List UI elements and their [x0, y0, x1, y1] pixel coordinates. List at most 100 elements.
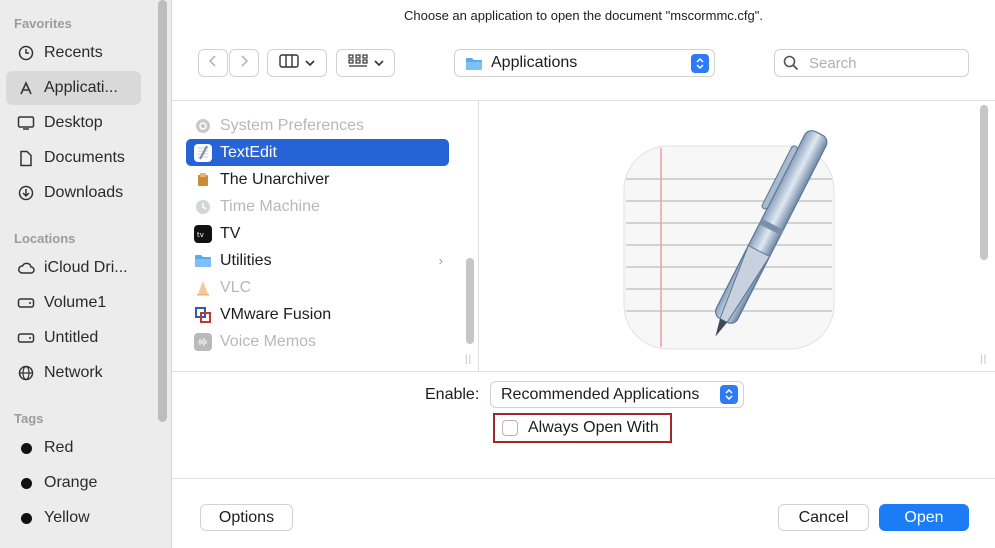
- sidebar-item-documents[interactable]: Documents: [6, 141, 141, 175]
- list-item-label: TV: [220, 224, 241, 242]
- sidebar-scrollbar[interactable]: [158, 0, 167, 422]
- list-item[interactable]: The Unarchiver: [186, 166, 449, 193]
- back-button[interactable]: [198, 49, 228, 77]
- document-icon: [16, 148, 36, 168]
- tv-icon: tv: [194, 224, 212, 243]
- list-item[interactable]: System Preferences: [186, 112, 449, 139]
- location-popup[interactable]: Applications: [454, 49, 715, 77]
- view-columns-button[interactable]: [267, 49, 327, 77]
- list-item[interactable]: Utilities ›: [186, 247, 449, 274]
- favorites-header: Favorites: [14, 16, 72, 31]
- enable-popup[interactable]: Recommended Applications: [490, 381, 744, 408]
- list-item-selected[interactable]: TextEdit: [186, 139, 449, 166]
- sidebar-item-icloud[interactable]: iCloud Dri...: [6, 251, 141, 285]
- sidebar-item-label: iCloud Dri...: [44, 259, 128, 276]
- unarchiver-icon: [194, 171, 212, 189]
- sidebar-item-tag-orange[interactable]: Orange: [6, 466, 141, 500]
- tag-dot-icon: [16, 508, 36, 528]
- options-button[interactable]: Options: [200, 504, 293, 531]
- drive-icon: [16, 328, 36, 348]
- sidebar-item-tag-partial[interactable]: [6, 536, 141, 548]
- columns-view-icon: [279, 53, 299, 73]
- search-placeholder: Search: [809, 54, 857, 72]
- list-scrollbar[interactable]: [466, 258, 474, 344]
- folder-icon: [465, 56, 483, 71]
- sidebar-item-volume1[interactable]: Volume1: [6, 286, 141, 320]
- sidebar-item-label: Downloads: [44, 184, 124, 201]
- vlc-icon: [194, 279, 212, 297]
- sidebar-item-label: Recents: [44, 44, 103, 61]
- search-field[interactable]: Search: [774, 49, 969, 77]
- preview-scrollbar[interactable]: [980, 105, 988, 260]
- dialog-title: Choose an application to open the docume…: [404, 8, 763, 23]
- sidebar-item-label: Desktop: [44, 114, 103, 131]
- tag-dot-icon: [16, 438, 36, 458]
- voice-memos-icon: [194, 332, 212, 351]
- globe-icon: [16, 363, 36, 383]
- sidebar-item-tag-red[interactable]: Red: [6, 431, 141, 465]
- locations-header: Locations: [14, 231, 76, 246]
- folder-icon: [194, 252, 212, 270]
- enable-value: Recommended Applications: [501, 385, 700, 403]
- cancel-button[interactable]: Cancel: [778, 504, 869, 531]
- always-open-with-label: Always Open With: [528, 419, 659, 436]
- sidebar-item-untitled[interactable]: Untitled: [6, 321, 141, 355]
- open-button[interactable]: Open: [879, 504, 969, 531]
- app-preview: [479, 101, 974, 371]
- grid-view-icon: [347, 53, 368, 73]
- sidebar-item-label: Orange: [44, 474, 98, 491]
- textedit-icon: [194, 143, 212, 162]
- applications-icon: [16, 78, 36, 98]
- group-by-button[interactable]: [336, 49, 395, 77]
- list-item-label: Voice Memos: [220, 332, 317, 350]
- sidebar-item-label: Network: [44, 364, 103, 381]
- forward-button[interactable]: [229, 49, 259, 77]
- list-item[interactable]: tv TV: [186, 220, 449, 247]
- sidebar-item-applications[interactable]: Applicati...: [6, 71, 141, 105]
- sidebar: Favorites Recents Applicati... Desktop D…: [0, 0, 172, 548]
- list-item-label: System Preferences: [220, 116, 365, 134]
- gear-icon: [194, 117, 212, 135]
- updown-chevron-icon: [720, 385, 738, 404]
- sidebar-item-network[interactable]: Network: [6, 356, 141, 390]
- sidebar-item-tag-yellow[interactable]: Yellow: [6, 501, 141, 535]
- divider: [172, 478, 995, 479]
- list-item[interactable]: Voice Memos: [186, 328, 449, 355]
- column-resize-handle[interactable]: ||: [980, 354, 987, 365]
- clock-icon: [16, 43, 36, 63]
- sidebar-item-label: Yellow: [44, 509, 90, 526]
- list-item-label: Utilities: [220, 251, 272, 269]
- desktop-icon: [16, 113, 36, 133]
- divider: [172, 371, 995, 372]
- list-item[interactable]: Time Machine: [186, 193, 449, 220]
- tag-dot-icon: [16, 543, 36, 548]
- cloud-icon: [16, 258, 36, 278]
- sidebar-item-label: Volume1: [44, 294, 107, 311]
- list-item-label: VMware Fusion: [220, 305, 332, 323]
- sidebar-item-label: Documents: [44, 149, 125, 166]
- svg-text:tv: tv: [197, 231, 204, 239]
- vmware-icon: [194, 306, 212, 324]
- always-open-with-checkbox[interactable]: [502, 420, 518, 436]
- sidebar-item-downloads[interactable]: Downloads: [6, 176, 141, 210]
- tags-header: Tags: [14, 411, 44, 426]
- location-label: Applications: [491, 54, 578, 71]
- sidebar-item-recents[interactable]: Recents: [6, 36, 141, 70]
- column-resize-handle[interactable]: ||: [465, 354, 472, 365]
- list-item-label: Time Machine: [220, 197, 320, 215]
- updown-chevron-icon: [691, 54, 709, 73]
- list-item[interactable]: VLC: [186, 274, 449, 301]
- list-item-label: VLC: [220, 278, 252, 296]
- chevron-right-icon: ›: [438, 253, 443, 268]
- download-icon: [16, 183, 36, 203]
- list-item-partial[interactable]: [186, 101, 449, 103]
- chevron-right-icon: [239, 54, 249, 73]
- chevron-down-icon: [373, 54, 384, 72]
- always-open-with-highlight: Always Open With: [493, 413, 672, 443]
- search-icon: [783, 55, 799, 71]
- drive-icon: [16, 293, 36, 313]
- chevron-down-icon: [305, 54, 315, 72]
- sidebar-item-desktop[interactable]: Desktop: [6, 106, 141, 140]
- list-item[interactable]: VMware Fusion: [186, 301, 449, 328]
- list-item-label: TextEdit: [220, 143, 277, 161]
